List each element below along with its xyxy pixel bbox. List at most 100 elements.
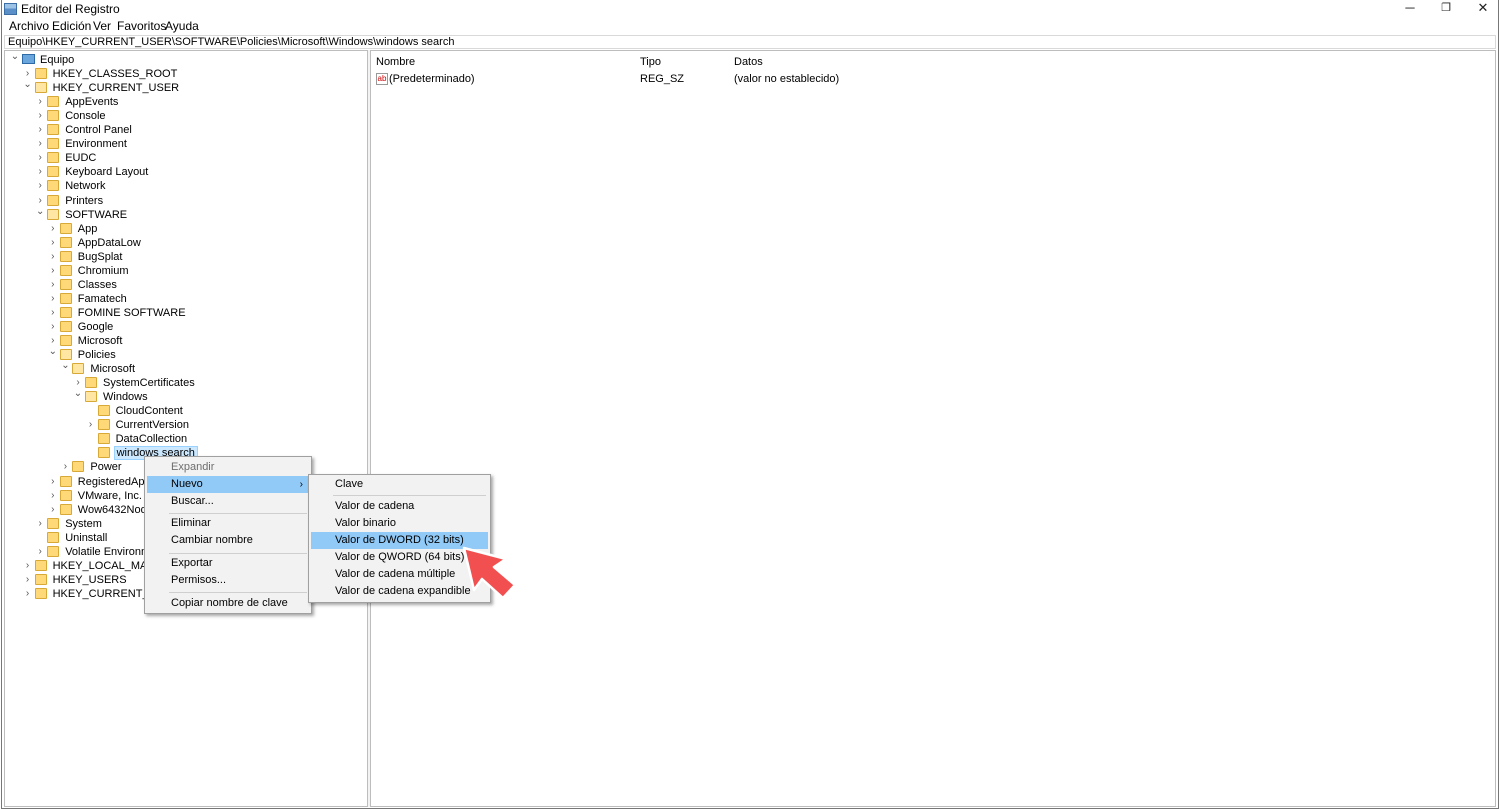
ctx-expand[interactable]: Expandir: [147, 459, 309, 476]
ctx-new[interactable]: Nuevo ›: [147, 476, 309, 493]
close-button[interactable]: ✕: [1465, 0, 1500, 18]
folder-icon: [47, 124, 60, 136]
new-key[interactable]: Clave: [311, 476, 488, 493]
tree-node[interactable]: › AppEvents: [5, 95, 365, 109]
chevron-right-icon[interactable]: ›: [48, 222, 58, 236]
column-header-type[interactable]: Tipo: [640, 56, 661, 68]
tree-node-label: SOFTWARE: [65, 208, 128, 221]
tree-node[interactable]: › HKEY_CLASSES_ROOT: [5, 67, 365, 81]
tree-node-label: DataCollection: [115, 433, 188, 446]
key-tree-pane[interactable]: ⌄ Equipo › HKEY_CLASSES_ROOT ⌄ HKEY_CURRENT_U…: [4, 50, 367, 807]
chevron-right-icon[interactable]: ›: [23, 587, 33, 601]
chevron-right-icon[interactable]: ›: [48, 278, 58, 292]
chevron-right-icon[interactable]: ›: [48, 503, 58, 517]
value-name[interactable]: (Predeterminado): [389, 73, 475, 85]
tree-node[interactable]: › FOMINE SOFTWARE: [5, 306, 365, 320]
column-header-name[interactable]: Nombre: [376, 56, 415, 68]
ctx-delete[interactable]: Eliminar: [147, 515, 309, 532]
chevron-right-icon[interactable]: ›: [48, 475, 58, 489]
tree-node[interactable]: › EUDC: [5, 151, 365, 165]
chevron-right-icon[interactable]: ›: [86, 418, 96, 432]
chevron-right-icon[interactable]: ›: [35, 179, 45, 193]
menu-archivo[interactable]: Archivo: [9, 19, 49, 33]
tree-node[interactable]: › CurrentVersion: [5, 418, 365, 432]
tree-node[interactable]: CloudContent: [5, 404, 365, 418]
chevron-right-icon[interactable]: ›: [35, 109, 45, 123]
restore-button[interactable]: ❐: [1428, 0, 1464, 18]
chevron-right-icon[interactable]: ›: [23, 559, 33, 573]
tree-node[interactable]: › SystemCertificates: [5, 376, 365, 390]
ctx-find[interactable]: Buscar...: [147, 493, 309, 510]
chevron-right-icon[interactable]: ›: [23, 573, 33, 587]
tree-node[interactable]: › Console: [5, 109, 365, 123]
tree-node-label: AppEvents: [65, 96, 119, 109]
chevron-right-icon[interactable]: ›: [48, 489, 58, 503]
menu-edicion[interactable]: Edición: [52, 19, 91, 33]
address-bar[interactable]: Equipo\HKEY_CURRENT_USER\SOFTWARE\Polici…: [4, 35, 1496, 49]
tree-node[interactable]: DataCollection: [5, 432, 365, 446]
menu-favoritos[interactable]: Favoritos: [117, 19, 166, 33]
tree-node[interactable]: › Printers: [5, 194, 365, 208]
ctx-copy-key-name[interactable]: Copiar nombre de clave: [147, 595, 309, 612]
tree-node[interactable]: › Chromium: [5, 264, 365, 278]
ctx-permissions[interactable]: Permisos...: [147, 572, 309, 589]
ctx-rename[interactable]: Cambiar nombre: [147, 532, 309, 549]
chevron-right-icon[interactable]: ›: [48, 306, 58, 320]
menu-ver[interactable]: Ver: [93, 19, 111, 33]
tree-node-label: Microsoft: [77, 335, 123, 347]
values-list-pane[interactable]: Nombre Tipo Datos ab (Predeterminado) RE…: [371, 50, 1496, 807]
tree-node[interactable]: › Keyboard Layout: [5, 165, 365, 179]
tree-node-label: Wow6432Node: [77, 503, 153, 516]
folder-icon: [85, 391, 97, 403]
chevron-down-icon[interactable]: ⌄: [60, 359, 70, 373]
menu-ayuda[interactable]: Ayuda: [165, 19, 199, 33]
chevron-right-icon[interactable]: ›: [48, 292, 58, 306]
new-string-value[interactable]: Valor de cadena: [311, 498, 488, 515]
chevron-right-icon[interactable]: ›: [35, 165, 45, 179]
tree-node-label: CloudContent: [115, 405, 183, 418]
chevron-right-icon[interactable]: ›: [48, 250, 58, 264]
new-binary-value[interactable]: Valor binario: [311, 515, 488, 532]
tree-node[interactable]: ⌄ SOFTWARE: [5, 205, 365, 222]
column-header-data[interactable]: Datos: [734, 56, 763, 68]
chevron-right-icon[interactable]: ›: [35, 545, 45, 559]
chevron-down-icon[interactable]: ⌄: [10, 50, 20, 64]
folder-icon: [97, 433, 110, 445]
tree-node[interactable]: ⌄ Windows: [5, 387, 365, 404]
tree-node[interactable]: › App: [5, 222, 365, 236]
tree-node[interactable]: › Google: [5, 320, 365, 334]
chevron-right-icon[interactable]: ›: [35, 95, 45, 109]
tree-node[interactable]: › Network: [5, 179, 365, 193]
tree-node[interactable]: › Famatech: [5, 292, 365, 306]
tree-node[interactable]: › Classes: [5, 278, 365, 292]
chevron-right-icon[interactable]: ›: [48, 320, 58, 334]
minimize-button[interactable]: ─: [1392, 0, 1428, 18]
chevron-down-icon[interactable]: ⌄: [73, 387, 83, 401]
tree-node-label: Classes: [77, 278, 117, 291]
tree-node[interactable]: › AppDataLow: [5, 236, 365, 250]
chevron-right-icon[interactable]: ›: [35, 517, 45, 531]
folder-icon: [97, 419, 110, 431]
tree-node[interactable]: › Environment: [5, 137, 365, 151]
chevron-down-icon[interactable]: ⌄: [23, 78, 33, 92]
chevron-right-icon[interactable]: ›: [35, 137, 45, 151]
tree-node-label: Equipo: [40, 54, 75, 66]
chevron-down-icon[interactable]: ⌄: [35, 205, 45, 219]
chevron-right-icon[interactable]: ›: [48, 236, 58, 250]
chevron-down-icon[interactable]: ⌄: [48, 345, 58, 359]
tree-node-label: Famatech: [77, 292, 127, 305]
tree-node[interactable]: › BugSplat: [5, 250, 365, 264]
tree-node[interactable]: ⌄ Policies: [5, 345, 365, 362]
folder-icon: [47, 517, 60, 529]
tree-node[interactable]: ⌄ HKEY_CURRENT_USER: [5, 78, 365, 95]
tree-node[interactable]: ⌄ Microsoft: [5, 359, 365, 376]
tree-root-computer[interactable]: ⌄ Equipo: [5, 50, 365, 67]
tree-node[interactable]: › Microsoft: [5, 334, 365, 348]
ctx-export[interactable]: Exportar: [147, 555, 309, 572]
folder-icon: [59, 320, 72, 332]
chevron-right-icon[interactable]: ›: [48, 264, 58, 278]
chevron-right-icon[interactable]: ›: [35, 151, 45, 165]
chevron-right-icon[interactable]: ›: [60, 460, 70, 474]
tree-node[interactable]: › Control Panel: [5, 123, 365, 137]
chevron-right-icon[interactable]: ›: [35, 123, 45, 137]
